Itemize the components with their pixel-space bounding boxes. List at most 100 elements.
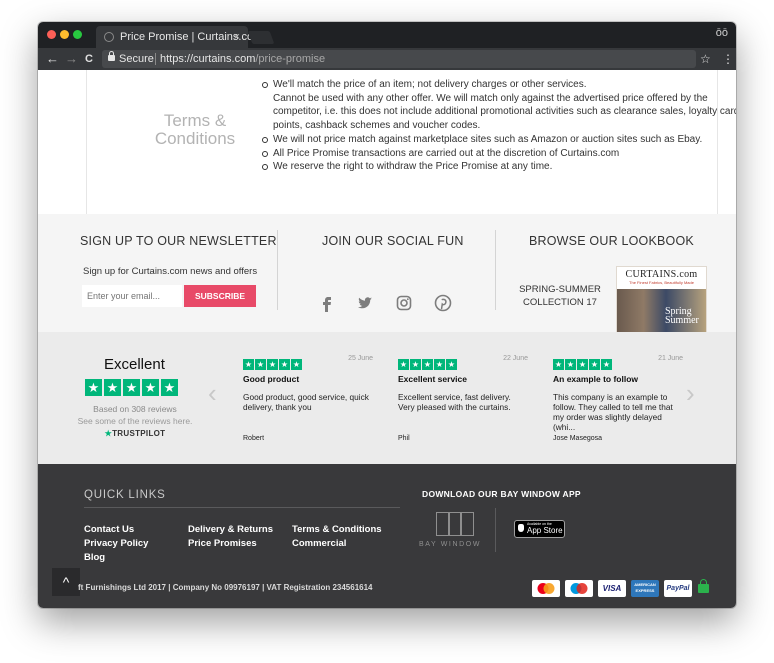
trustpilot-brand: TRUSTPILOT: [112, 429, 166, 438]
email-input[interactable]: [82, 285, 182, 307]
star-icon: ★: [422, 359, 433, 370]
terms-title: Terms & Conditions: [154, 111, 236, 148]
star-icon: ★: [243, 359, 254, 370]
terms-item: We'll match the price of an item; not de…: [261, 78, 736, 92]
lookbook-magazine-cover[interactable]: CURTAINS.com The Finest Fabrics, Beautif…: [616, 266, 707, 334]
twitter-icon[interactable]: [356, 294, 374, 312]
apple-icon: [518, 524, 524, 532]
footer-link-terms[interactable]: Terms & Conditions: [292, 524, 382, 535]
mastercard-logo: [537, 583, 555, 594]
star-icon: ★: [104, 379, 121, 396]
bay-window-icon[interactable]: [436, 512, 474, 536]
secure-padlock-icon: [698, 579, 709, 593]
review-date: 25 June: [348, 355, 373, 362]
app-store-badge[interactable]: Available on the App Store: [514, 520, 565, 538]
footer-link-price-promises[interactable]: Price Promises: [188, 538, 257, 549]
review-body: This company is an example to follow. Th…: [553, 392, 673, 432]
maestro-logo: [570, 583, 588, 594]
star-icon: ★: [434, 359, 445, 370]
tab-strip: Price Promise | Curtains.com × ōō: [38, 22, 736, 48]
forward-button[interactable]: →: [65, 48, 78, 70]
newsletter-strip: SIGN UP TO OUR NEWSLETTER Sign up for Cu…: [38, 214, 736, 334]
browser-tab[interactable]: Price Promise | Curtains.com ×: [96, 26, 262, 48]
review-title: An example to follow: [553, 374, 639, 384]
app-store-text: App Store: [527, 526, 563, 535]
star-icon: ★: [291, 359, 302, 370]
url-prefix: https://curtains.com: [160, 53, 256, 65]
paypal-icon: PayPal: [664, 580, 692, 597]
review-author: Robert: [243, 435, 265, 442]
star-icon: ★: [565, 359, 576, 370]
trustpilot-star-icon: ★: [104, 429, 113, 438]
back-to-top-button[interactable]: ^: [52, 568, 80, 596]
footer-link-delivery[interactable]: Delivery & Returns: [188, 524, 273, 535]
footer-link-privacy[interactable]: Privacy Policy: [84, 538, 148, 549]
tab-close-button[interactable]: ×: [234, 26, 240, 48]
instagram-icon[interactable]: [395, 294, 413, 312]
star-icon: ★: [267, 359, 278, 370]
quick-links-divider: [84, 507, 400, 508]
browser-window: Price Promise | Curtains.com × ōō ← → C …: [38, 22, 736, 608]
review-author: Phil: [398, 435, 410, 442]
star-icon: ★: [410, 359, 421, 370]
minimize-window-button[interactable]: [60, 30, 69, 39]
address-bar[interactable]: Secure https://curtains.com/price-promis…: [102, 50, 696, 68]
mastercard-icon: [532, 580, 560, 597]
star-icon: ★: [142, 379, 159, 396]
terms-item: Cannot be used with any other offer. We …: [273, 92, 736, 132]
based-on-text: Based on 308 reviews: [93, 404, 177, 414]
reload-button[interactable]: C: [85, 48, 93, 70]
star-icon: ★: [553, 359, 564, 370]
star-icon: ★: [446, 359, 457, 370]
footer-link-contact[interactable]: Contact Us: [84, 524, 134, 535]
incognito-icon: ōō: [715, 27, 728, 39]
browser-toolbar: ← → C Secure https://curtains.com/price-…: [38, 48, 736, 70]
close-window-button[interactable]: [47, 30, 56, 39]
facebook-icon[interactable]: [318, 294, 336, 312]
review-title: Excellent service: [398, 374, 467, 384]
site-footer: QUICK LINKS Contact Us Privacy Policy Bl…: [38, 464, 736, 608]
terms-item: We reserve the right to withdraw the Pri…: [261, 160, 736, 174]
lookbook-label[interactable]: SPRING-SUMMER COLLECTION 17: [516, 283, 604, 309]
bay-window-label: BAY WINDOW: [419, 541, 482, 548]
prev-arrow-icon[interactable]: ‹: [208, 378, 217, 409]
star-icon: ★: [161, 379, 178, 396]
review-card[interactable]: ★ ★ ★ ★ ★ 22 June Excellent service Excellen…: [398, 354, 528, 442]
copyright-text: ft Furnishings Ltd 2017 | Company No 099…: [78, 583, 373, 592]
lookbook-heading: BROWSE OUR LOOKBOOK: [529, 234, 694, 248]
next-arrow-icon[interactable]: ›: [686, 378, 695, 409]
trustpilot-rating: Excellent: [104, 356, 165, 373]
review-card[interactable]: ★ ★ ★ ★ ★ 21 June An example to follow This …: [553, 354, 683, 442]
maestro-icon: [565, 580, 593, 597]
secure-label: Secure: [119, 53, 154, 65]
reviews-link[interactable]: See some of the reviews here.: [38, 416, 232, 426]
star-icon: ★: [577, 359, 588, 370]
star-icon: ★: [279, 359, 290, 370]
download-app-heading: DOWNLOAD OUR BAY WINDOW APP: [422, 489, 581, 499]
social-heading: JOIN OUR SOCIAL FUN: [322, 234, 464, 248]
magazine-cover-text: Spring Summer: [665, 306, 699, 326]
maximize-window-button[interactable]: [73, 30, 82, 39]
terms-list: We'll match the price of an item; not de…: [261, 78, 736, 174]
terms-box: Terms & Conditions We'll match the price…: [86, 70, 736, 215]
footer-link-blog[interactable]: Blog: [84, 552, 105, 563]
review-author: Jose Masegosa: [553, 435, 603, 442]
browser-menu-icon[interactable]: ⋮: [722, 48, 734, 70]
terms-item: All Price Promise transactions are carri…: [261, 147, 736, 161]
newsletter-heading: SIGN UP TO OUR NEWSLETTER: [80, 234, 277, 248]
review-body: Good product, good service, quick delive…: [243, 392, 369, 412]
back-button[interactable]: ←: [46, 48, 59, 70]
bookmark-star-icon[interactable]: ☆: [700, 48, 711, 70]
new-tab-button[interactable]: [247, 31, 275, 44]
review-card[interactable]: ★ ★ ★ ★ ★ 25 June Good product Good product,…: [243, 354, 373, 442]
tab-title: Price Promise | Curtains.com: [120, 31, 263, 43]
pinterest-icon[interactable]: [434, 294, 452, 312]
review-title: Good product: [243, 374, 300, 384]
address-separator: [155, 53, 156, 65]
review-body: Excellent service, fast delivery. Very p…: [398, 392, 511, 412]
subscribe-button[interactable]: SUBSCRIBE: [184, 285, 256, 307]
star-icon: ★: [85, 379, 102, 396]
star-icon: ★: [601, 359, 612, 370]
review-date: 22 June: [503, 355, 528, 362]
footer-link-commercial[interactable]: Commercial: [292, 538, 346, 549]
